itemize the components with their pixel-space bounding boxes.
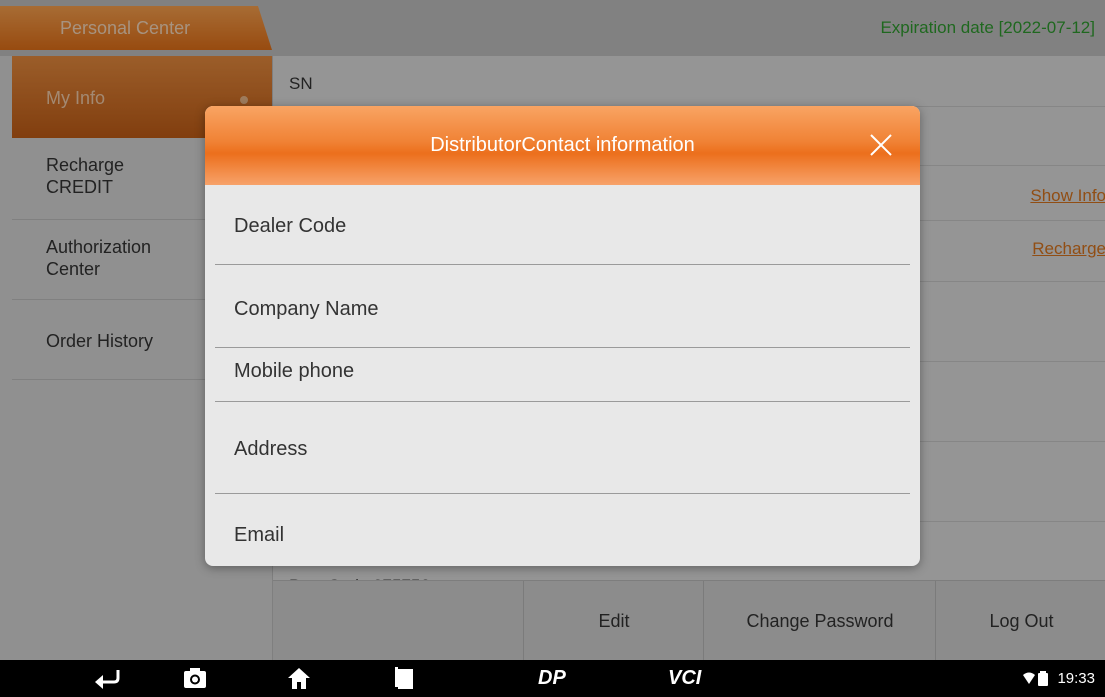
back-icon[interactable]: [92, 666, 122, 690]
wifi-icon: [1023, 672, 1035, 684]
field-dealer-code: Dealer Code: [205, 185, 920, 265]
recent-apps-icon[interactable]: [393, 666, 415, 690]
field-address: Address: [205, 402, 920, 494]
status-time: 19:33: [1057, 670, 1095, 687]
dp-label[interactable]: DP: [538, 667, 566, 690]
distributor-contact-dialog: DistributorContact information Dealer Co…: [205, 106, 920, 566]
vci-label[interactable]: VCI: [668, 667, 701, 690]
field-label: Company Name: [234, 298, 379, 320]
battery-icon: [1038, 671, 1048, 686]
close-icon[interactable]: [868, 132, 894, 158]
camera-icon[interactable]: [182, 666, 208, 690]
field-label: Mobile phone: [234, 360, 355, 382]
system-nav-bar: DP VCI 19:33: [0, 660, 1105, 697]
divider: [215, 264, 910, 265]
field-email: Email: [205, 494, 920, 566]
field-label: Email: [234, 524, 285, 546]
field-mobile-phone: Mobile phone: [205, 322, 920, 402]
dialog-title: DistributorContact information: [430, 134, 695, 156]
field-label: Address: [234, 438, 308, 460]
field-label: Dealer Code: [234, 215, 347, 237]
home-icon[interactable]: [286, 666, 312, 690]
